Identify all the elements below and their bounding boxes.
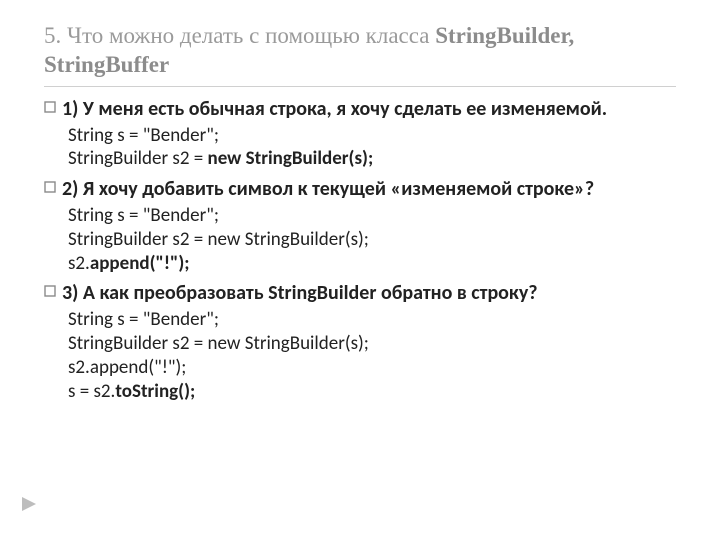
list-item: 1) У меня есть обычная строка, я хочу сд… — [44, 97, 676, 172]
code-line: s2.append("!"); — [68, 356, 676, 380]
code-line: String s = "Bender"; — [68, 204, 676, 228]
bullet-icon — [44, 101, 62, 113]
code-line: s2.append("!"); — [68, 252, 676, 276]
list-item-heading: 3) А как преобразовать StringBuilder обр… — [62, 281, 676, 306]
code-segment: s2. — [68, 252, 90, 275]
code-segment: s2.append("!"); — [68, 356, 186, 379]
list-item-heading: 2) Я хочу добавить символ к текущей «изм… — [62, 177, 676, 202]
title-underline — [44, 86, 676, 87]
title-prefix: 5. Что можно делать с помощью класса — [44, 23, 435, 48]
code-segment: String s = "Bender"; — [68, 308, 219, 331]
code-segment: append("!"); — [90, 252, 190, 275]
code-segment: s = s2. — [68, 380, 115, 403]
slide-nav-triangle-icon — [20, 495, 38, 518]
list-item: 3) А как преобразовать StringBuilder обр… — [44, 281, 676, 403]
code-line: StringBuilder s2 = new StringBuilder(s); — [68, 228, 676, 252]
code-block: String s = "Bender";StringBuilder s2 = n… — [68, 308, 676, 403]
bullet-icon — [44, 285, 62, 297]
code-segment: StringBuilder s2 = new StringBuilder(s); — [68, 228, 369, 251]
code-line: StringBuilder s2 = new StringBuilder(s); — [68, 147, 676, 171]
code-block: String s = "Bender";StringBuilder s2 = n… — [68, 124, 676, 172]
code-segment: String s = "Bender"; — [68, 124, 219, 147]
code-segment: StringBuilder s2 = — [68, 147, 208, 170]
bullet-icon — [44, 181, 62, 193]
code-line: String s = "Bender"; — [68, 124, 676, 148]
code-segment: new StringBuilder(s); — [208, 147, 374, 170]
list-item-heading-row: 2) Я хочу добавить символ к текущей «изм… — [44, 177, 676, 202]
bullet-list: 1) У меня есть обычная строка, я хочу сд… — [44, 97, 676, 404]
code-segment: toString(); — [115, 380, 195, 403]
slide: 5. Что можно делать с помощью класса Str… — [0, 0, 720, 540]
code-line: String s = "Bender"; — [68, 308, 676, 332]
code-segment: String s = "Bender"; — [68, 204, 219, 227]
code-line: s = s2.toString(); — [68, 380, 676, 404]
slide-title: 5. Что можно делать с помощью класса Str… — [44, 22, 676, 80]
code-line: StringBuilder s2 = new StringBuilder(s); — [68, 332, 676, 356]
list-item-heading: 1) У меня есть обычная строка, я хочу сд… — [62, 97, 676, 122]
code-segment: StringBuilder s2 = new StringBuilder(s); — [68, 332, 369, 355]
list-item-heading-row: 1) У меня есть обычная строка, я хочу сд… — [44, 97, 676, 122]
list-item-heading-row: 3) А как преобразовать StringBuilder обр… — [44, 281, 676, 306]
code-block: String s = "Bender";StringBuilder s2 = n… — [68, 204, 676, 275]
list-item: 2) Я хочу добавить символ к текущей «изм… — [44, 177, 676, 275]
